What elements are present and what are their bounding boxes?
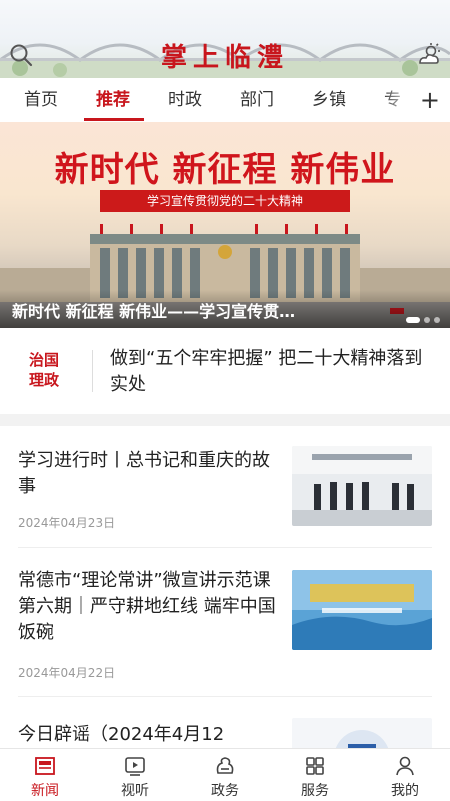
banner-headline: 新时代 新征程 新伟业 <box>54 150 396 190</box>
nav-label: 新闻 <box>31 783 59 799</box>
carousel-dot <box>424 317 430 323</box>
news-title: 今日辟谣（2024年4月12 <box>18 724 225 745</box>
theory-logo-line1: 治国 <box>28 351 59 369</box>
search-icon[interactable] <box>8 42 34 68</box>
divider <box>92 350 93 392</box>
separator <box>18 547 432 548</box>
theory-logo-line2: 理政 <box>28 371 59 389</box>
carousel-dots <box>402 308 440 327</box>
app-header: 掌上临澧 <box>0 0 450 78</box>
tab-departments[interactable]: 部门 <box>240 78 274 122</box>
separator <box>18 696 432 697</box>
government-icon <box>216 757 234 774</box>
news-date: 2024年04月22日 <box>18 666 116 680</box>
news-item[interactable]: 学习进行时丨总书记和重庆的故事 2024年04月23日 <box>0 426 450 556</box>
news-thumbnail <box>292 446 432 526</box>
active-tab-indicator <box>84 118 144 121</box>
carousel-dot <box>434 317 440 323</box>
nav-news[interactable]: 新闻 <box>0 749 90 801</box>
news-item[interactable]: 今日辟谣（2024年4月12 <box>0 706 450 748</box>
tab-towns[interactable]: 乡镇 <box>312 78 346 122</box>
user-icon <box>396 756 414 776</box>
news-title: 学习进行时丨总书记和重庆的故事 <box>18 450 270 497</box>
nav-label: 视听 <box>121 783 149 799</box>
banner-caption: 新时代 新征程 新伟业——学习宣传贯… <box>12 302 296 321</box>
nav-government[interactable]: 政务 <box>180 749 270 801</box>
nav-profile[interactable]: 我的 <box>360 749 450 801</box>
theory-logo: 治国 理政 <box>16 350 72 392</box>
nav-label: 我的 <box>391 783 419 799</box>
category-tabs: 首页 推荐 时政 部门 乡镇 专 + <box>0 78 450 123</box>
news-thumbnail <box>292 718 432 748</box>
theory-headline: 做到“五个牢牢把握” 把二十大精神落到实处 <box>110 348 423 395</box>
nav-label: 服务 <box>301 783 329 799</box>
tab-home[interactable]: 首页 <box>24 78 58 122</box>
banner-subline: 学习宣传贯彻党的二十大精神 <box>100 190 350 212</box>
section-gap <box>0 414 450 426</box>
weather-icon[interactable] <box>416 42 442 68</box>
add-channel-button[interactable]: + <box>420 78 440 122</box>
hero-banner[interactable]: 新时代 新征程 新伟业 学习宣传贯彻党的二十大精神 新时代 新征程 新伟业——学… <box>0 122 450 328</box>
grid-icon <box>306 757 324 775</box>
nav-video[interactable]: 视听 <box>90 749 180 801</box>
tab-recommend[interactable]: 推荐 <box>96 78 130 122</box>
news-icon <box>35 757 55 775</box>
news-item[interactable]: 常德市“理论常讲”微宣讲示范课第六期｜严守耕地红线 端牢中国饭碗 2024年04… <box>0 556 450 696</box>
news-date: 2024年04月23日 <box>18 516 116 530</box>
tab-fade <box>382 78 422 122</box>
carousel-dot-active <box>406 317 420 323</box>
video-icon <box>125 757 145 776</box>
tab-politics[interactable]: 时政 <box>168 78 202 122</box>
news-title: 常德市“理论常讲”微宣讲示范课第六期｜严守耕地红线 端牢中国饭碗 <box>18 570 276 643</box>
nav-label: 政务 <box>211 783 239 799</box>
news-thumbnail <box>292 570 432 650</box>
app-title: 掌上临澧 <box>160 43 289 73</box>
bottom-navigation: 新闻 视听 政务 服务 我的 <box>0 748 450 801</box>
theory-strip[interactable]: 治国 理政 做到“五个牢牢把握” 把二十大精神落到实处 <box>0 328 450 414</box>
nav-services[interactable]: 服务 <box>270 749 360 801</box>
